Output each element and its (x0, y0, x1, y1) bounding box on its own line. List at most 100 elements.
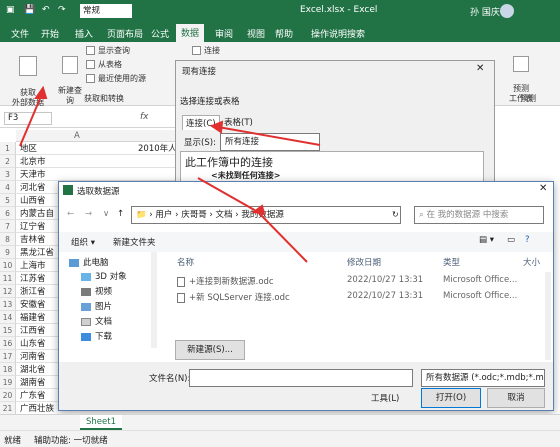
cell-a[interactable]: 天津市 (20, 169, 46, 181)
row-header[interactable]: 3 (0, 168, 16, 181)
cell-a[interactable]: 浙江省 (20, 286, 46, 298)
tab-view[interactable]: 视图 (242, 25, 270, 42)
open-button[interactable]: 打开(O) (421, 388, 481, 408)
from-table-button[interactable]: 从表格 (86, 60, 122, 70)
column-header-type[interactable]: 类型 (443, 256, 460, 268)
nav-this-pc[interactable]: 此电脑 (69, 256, 109, 268)
get-external-data-button[interactable]: 获取 外部数据 (6, 46, 50, 108)
show-queries-button[interactable]: 显示查询 (86, 46, 130, 56)
file-type-select[interactable]: 所有数据源 (*.odc;*.mdb;*.mc (421, 369, 545, 387)
row-header[interactable]: 19 (0, 376, 16, 389)
up-icon[interactable]: ↑ (117, 209, 124, 219)
tab-data[interactable]: 数据 (176, 24, 205, 42)
tab-insert[interactable]: 插入 (70, 25, 98, 42)
cell-a[interactable]: 河北省 (20, 182, 46, 194)
tab-help[interactable]: 帮助 (270, 25, 298, 42)
nav-pane[interactable]: 此电脑 3D 对象 视频 图片 文档 下载 (59, 252, 161, 352)
cell-a[interactable]: 湖南省 (20, 377, 46, 389)
row-header[interactable]: 12 (0, 285, 16, 298)
recent-sources-button[interactable]: 最近使用的源 (86, 74, 146, 84)
crumb-user[interactable]: 庆哥哥 (181, 210, 207, 220)
tab-connections[interactable]: 连接(C) (182, 115, 220, 130)
cell-a[interactable]: 北京市 (20, 156, 46, 168)
name-box[interactable]: F3 (4, 112, 52, 125)
nav-3d-objects[interactable]: 3D 对象 (81, 270, 127, 282)
tools-menu[interactable]: 工具(L) (371, 392, 399, 404)
cell-a[interactable]: 福建省 (20, 312, 46, 324)
row-header[interactable]: 15 (0, 324, 16, 337)
file-row[interactable]: +连接到新数据源.odc 2022/10/27 13:31 Microsoft … (177, 274, 537, 288)
preview-pane-icon[interactable]: ▭ (507, 235, 515, 245)
autosave-icon[interactable]: ▣ (6, 5, 15, 15)
view-options-icon[interactable]: ▤ ▾ (479, 235, 494, 245)
new-source-button[interactable]: 新建源(S)... (175, 340, 245, 360)
column-header-name[interactable]: 名称 (177, 256, 194, 268)
row-header[interactable]: 14 (0, 311, 16, 324)
crumb-documents[interactable]: 文档 (216, 210, 233, 220)
row-header[interactable]: 4 (0, 181, 16, 194)
help-icon[interactable]: ? (525, 235, 530, 245)
cell-a[interactable]: 江苏省 (20, 273, 46, 285)
user-name[interactable]: 孙 国庆 (470, 5, 500, 18)
crumb-users[interactable]: 用户 (155, 210, 172, 220)
tab-formulas[interactable]: 公式 (146, 25, 174, 42)
nav-downloads[interactable]: 下载 (81, 330, 112, 342)
search-input[interactable]: ⌕ 在 我的数据源 中搜索 (414, 206, 544, 224)
close-icon[interactable]: ✕ (539, 183, 547, 194)
cell-a[interactable]: 内蒙古自 (20, 208, 54, 220)
column-header-a[interactable]: A (74, 130, 80, 142)
redo-icon[interactable]: ↷ (58, 5, 66, 15)
nav-pictures[interactable]: 图片 (81, 300, 112, 312)
row-header[interactable]: 13 (0, 298, 16, 311)
cell-a[interactable]: 湖北省 (20, 364, 46, 376)
cell-a[interactable]: 广东省 (20, 390, 46, 402)
tab-review[interactable]: 审阅 (210, 25, 238, 42)
cell-a[interactable]: 吉林省 (20, 234, 46, 246)
crumb-data-sources[interactable]: 我的数据源 (241, 210, 284, 220)
function-icon[interactable]: fx (140, 112, 149, 122)
forward-icon[interactable]: → (85, 209, 92, 219)
row-header[interactable]: 9 (0, 246, 16, 259)
cell-a[interactable]: 山西省 (20, 195, 46, 207)
cell-a[interactable]: 河南省 (20, 351, 46, 363)
row-header[interactable]: 1 (0, 142, 16, 155)
accessibility-status[interactable]: 辅助功能: 一切就绪 (34, 434, 108, 446)
cell-a[interactable]: 黑龙江省 (20, 247, 54, 259)
nav-documents[interactable]: 文档 (81, 315, 112, 327)
cancel-button[interactable]: 取消 (487, 388, 545, 408)
cell-a[interactable]: 江西省 (20, 325, 46, 337)
column-header-date[interactable]: 修改日期 (347, 256, 381, 268)
file-list-scrollbar[interactable] (545, 272, 551, 360)
sheet-tab[interactable]: Sheet1 (80, 415, 122, 430)
row-header[interactable]: 17 (0, 350, 16, 363)
row-header[interactable]: 10 (0, 259, 16, 272)
row-header[interactable]: 11 (0, 272, 16, 285)
tab-page-layout[interactable]: 页面布局 (102, 25, 148, 42)
save-icon[interactable]: 💾 (24, 5, 35, 15)
cell-a[interactable]: 山东省 (20, 338, 46, 350)
back-icon[interactable]: ← (67, 209, 74, 219)
nav-scrollbar[interactable] (151, 252, 157, 348)
row-header[interactable]: 8 (0, 233, 16, 246)
cell-a[interactable]: 地区 (20, 143, 37, 155)
row-header[interactable]: 2 (0, 155, 16, 168)
row-header[interactable]: 7 (0, 220, 16, 233)
number-format-select[interactable]: 常规 (80, 4, 132, 18)
row-header[interactable]: 20 (0, 389, 16, 402)
show-select[interactable]: 所有连接 (220, 133, 320, 151)
tell-me-search[interactable]: 操作说明搜索 (306, 25, 370, 42)
row-header[interactable]: 5 (0, 194, 16, 207)
close-icon[interactable]: ✕ (476, 63, 484, 74)
tab-file[interactable]: 文件 (6, 25, 34, 42)
avatar[interactable] (500, 4, 514, 18)
organize-button[interactable]: 组织 ▾ (71, 236, 95, 248)
row-header[interactable]: 16 (0, 337, 16, 350)
row-header[interactable]: 18 (0, 363, 16, 376)
connections-button[interactable]: 连接 (192, 46, 220, 56)
new-folder-button[interactable]: 新建文件夹 (113, 236, 156, 248)
cell-b1[interactable]: 2010年人 (138, 143, 177, 155)
new-query-button[interactable]: 新建查 询 (56, 46, 84, 106)
cell-a[interactable]: 安徽省 (20, 299, 46, 311)
nav-videos[interactable]: 视频 (81, 285, 112, 297)
tab-tables[interactable]: 表格(T) (224, 116, 253, 128)
